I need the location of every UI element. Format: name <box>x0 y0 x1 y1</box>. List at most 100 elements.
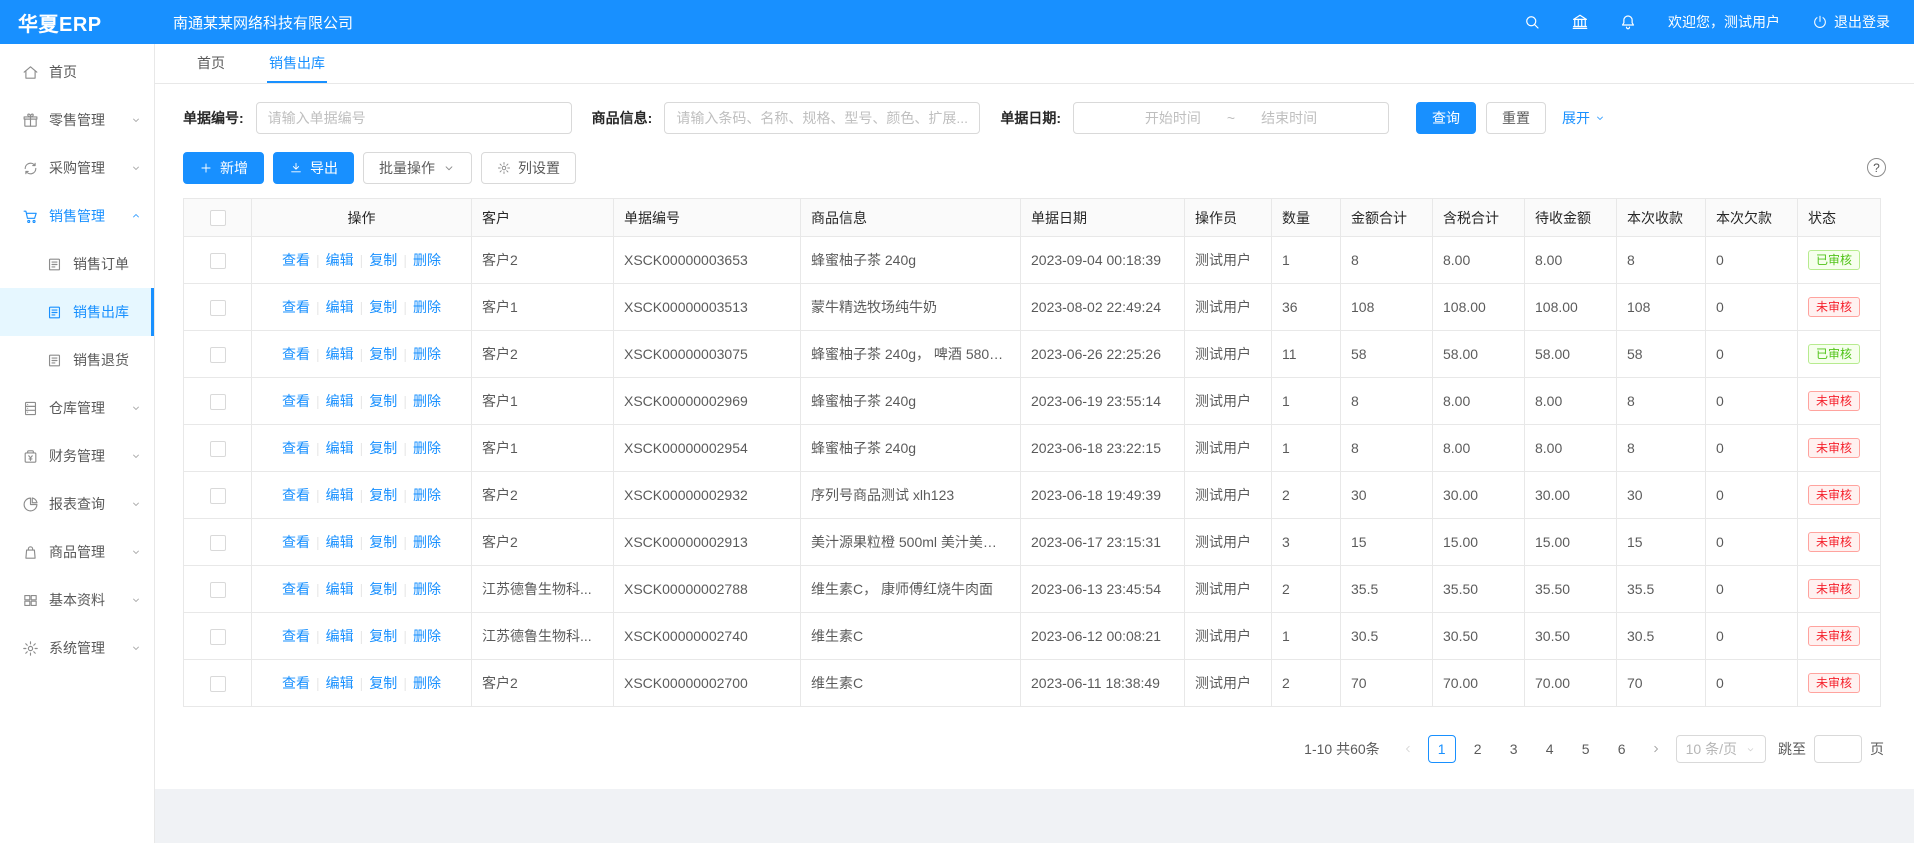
sidebar-item-sales-outbound[interactable]: 销售出库 <box>0 288 154 336</box>
op-edit-link[interactable]: 编辑 <box>326 675 354 691</box>
op-view-link[interactable]: 查看 <box>282 346 310 362</box>
sidebar-item-basic-data[interactable]: 基本资料 <box>0 576 154 624</box>
search-icon[interactable] <box>1522 12 1542 32</box>
op-view-link[interactable]: 查看 <box>282 393 310 409</box>
page-size-select[interactable]: 10 条/页 <box>1676 735 1766 763</box>
op-edit-link[interactable]: 编辑 <box>326 440 354 456</box>
search-button[interactable]: 查询 <box>1416 102 1476 134</box>
export-button[interactable]: 导出 <box>273 152 354 184</box>
op-edit-link[interactable]: 编辑 <box>326 534 354 550</box>
bell-icon[interactable] <box>1618 12 1638 32</box>
sidebar-item-label: 零售管理 <box>49 110 105 130</box>
op-edit-link[interactable]: 编辑 <box>326 299 354 315</box>
tab-home[interactable]: 首页 <box>195 44 227 83</box>
op-view-link[interactable]: 查看 <box>282 581 310 597</box>
row-checkbox[interactable] <box>210 535 226 551</box>
tenant-icon[interactable] <box>1570 12 1590 32</box>
sidebar-item-goods[interactable]: 商品管理 <box>0 528 154 576</box>
cell-receivable: 58.00 <box>1525 331 1617 378</box>
app-logo[interactable]: 华夏ERP <box>0 8 155 37</box>
op-copy-link[interactable]: 复制 <box>369 675 397 691</box>
op-edit-link[interactable]: 编辑 <box>326 487 354 503</box>
page-button-2[interactable]: 2 <box>1464 735 1492 763</box>
row-checkbox[interactable] <box>210 300 226 316</box>
page-button-6[interactable]: 6 <box>1608 735 1636 763</box>
prev-page-button[interactable] <box>1396 735 1420 763</box>
cell-bill_no: XSCK00000003513 <box>614 284 801 331</box>
op-view-link[interactable]: 查看 <box>282 440 310 456</box>
op-copy-link[interactable]: 复制 <box>369 487 397 503</box>
op-delete-link[interactable]: 删除 <box>413 252 441 268</box>
page-button-4[interactable]: 4 <box>1536 735 1564 763</box>
row-checkbox[interactable] <box>210 441 226 457</box>
select-all-checkbox[interactable] <box>210 210 226 226</box>
bill-no-input[interactable] <box>256 102 572 134</box>
finance-icon <box>22 448 39 465</box>
row-checkbox[interactable] <box>210 488 226 504</box>
cell-operator: 测试用户 <box>1185 237 1272 284</box>
op-delete-link[interactable]: 删除 <box>413 628 441 644</box>
sidebar-item-warehouse[interactable]: 仓库管理 <box>0 384 154 432</box>
date-range-input[interactable]: 开始时间 ~ 结束时间 <box>1073 102 1389 134</box>
op-view-link[interactable]: 查看 <box>282 534 310 550</box>
cell-tax_total: 70.00 <box>1433 660 1525 707</box>
op-edit-link[interactable]: 编辑 <box>326 393 354 409</box>
op-view-link[interactable]: 查看 <box>282 487 310 503</box>
page-button-1[interactable]: 1 <box>1428 735 1456 763</box>
op-delete-link[interactable]: 删除 <box>413 299 441 315</box>
sidebar-item-home[interactable]: 首页 <box>0 48 154 96</box>
sidebar-item-purchase[interactable]: 采购管理 <box>0 144 154 192</box>
op-view-link[interactable]: 查看 <box>282 299 310 315</box>
row-checkbox[interactable] <box>210 676 226 692</box>
sidebar-item-system[interactable]: 系统管理 <box>0 624 154 672</box>
help-icon[interactable]: ? <box>1867 158 1886 177</box>
op-delete-link[interactable]: 删除 <box>413 346 441 362</box>
cell-receivable: 15.00 <box>1525 519 1617 566</box>
sidebar-item-sales-return[interactable]: 销售退货 <box>0 336 154 384</box>
op-copy-link[interactable]: 复制 <box>369 393 397 409</box>
add-button[interactable]: 新增 <box>183 152 264 184</box>
op-view-link[interactable]: 查看 <box>282 628 310 644</box>
op-copy-link[interactable]: 复制 <box>369 346 397 362</box>
op-edit-link[interactable]: 编辑 <box>326 628 354 644</box>
op-edit-link[interactable]: 编辑 <box>326 581 354 597</box>
op-delete-link[interactable]: 删除 <box>413 393 441 409</box>
op-copy-link[interactable]: 复制 <box>369 581 397 597</box>
sidebar-item-sales-order[interactable]: 销售订单 <box>0 240 154 288</box>
reset-button[interactable]: 重置 <box>1486 102 1546 134</box>
sidebar-item-sales[interactable]: 销售管理 <box>0 192 154 240</box>
sidebar-item-retail[interactable]: 零售管理 <box>0 96 154 144</box>
op-edit-link[interactable]: 编辑 <box>326 252 354 268</box>
sidebar-item-report[interactable]: 报表查询 <box>0 480 154 528</box>
goods-info-input[interactable] <box>664 102 980 134</box>
page-button-3[interactable]: 3 <box>1500 735 1528 763</box>
op-edit-link[interactable]: 编辑 <box>326 346 354 362</box>
op-view-link[interactable]: 查看 <box>282 252 310 268</box>
batch-actions-button[interactable]: 批量操作 <box>363 152 472 184</box>
op-copy-link[interactable]: 复制 <box>369 252 397 268</box>
sidebar-item-finance[interactable]: 财务管理 <box>0 432 154 480</box>
op-delete-link[interactable]: 删除 <box>413 581 441 597</box>
row-checkbox[interactable] <box>210 394 226 410</box>
row-checkbox[interactable] <box>210 629 226 645</box>
op-copy-link[interactable]: 复制 <box>369 299 397 315</box>
op-delete-link[interactable]: 删除 <box>413 534 441 550</box>
op-delete-link[interactable]: 删除 <box>413 675 441 691</box>
row-checkbox[interactable] <box>210 253 226 269</box>
expand-toggle[interactable]: 展开 <box>1562 108 1606 128</box>
op-view-link[interactable]: 查看 <box>282 675 310 691</box>
op-delete-link[interactable]: 删除 <box>413 487 441 503</box>
op-copy-link[interactable]: 复制 <box>369 534 397 550</box>
next-page-button[interactable] <box>1644 735 1668 763</box>
tab-sales-outbound[interactable]: 销售出库 <box>267 44 327 83</box>
op-delete-link[interactable]: 删除 <box>413 440 441 456</box>
page-button-5[interactable]: 5 <box>1572 735 1600 763</box>
column-settings-button[interactable]: 列设置 <box>481 152 576 184</box>
jump-page-input[interactable] <box>1814 735 1862 763</box>
row-checkbox[interactable] <box>210 347 226 363</box>
cell-qty: 2 <box>1272 660 1341 707</box>
row-checkbox[interactable] <box>210 582 226 598</box>
op-copy-link[interactable]: 复制 <box>369 440 397 456</box>
logout-button[interactable]: 退出登录 <box>1812 12 1890 32</box>
op-copy-link[interactable]: 复制 <box>369 628 397 644</box>
